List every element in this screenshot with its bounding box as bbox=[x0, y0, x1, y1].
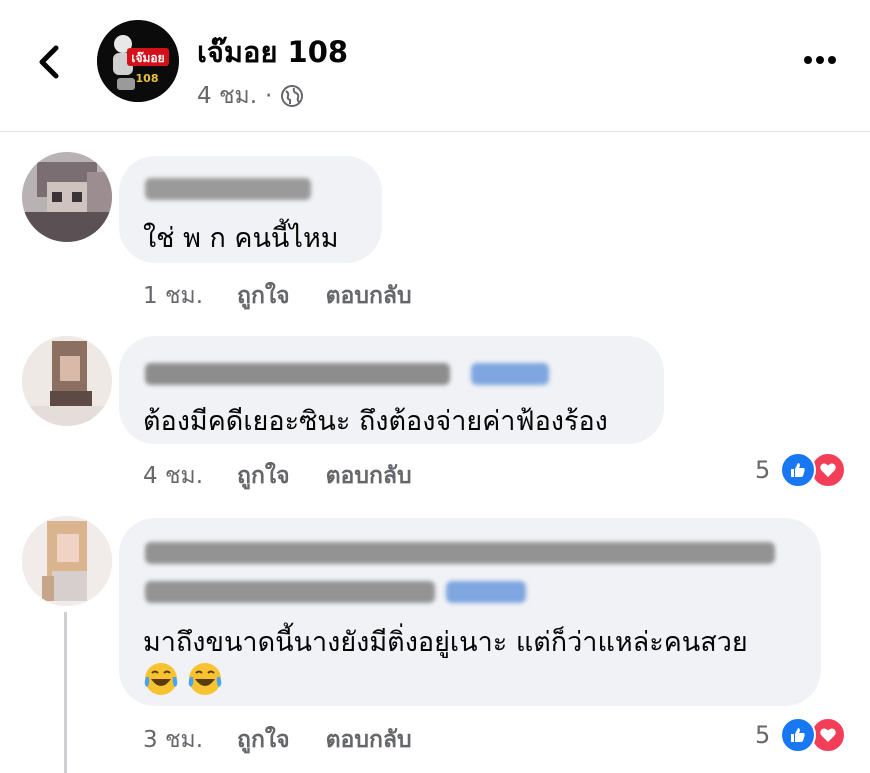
svg-text:108: 108 bbox=[136, 72, 159, 85]
like-reaction-icon bbox=[780, 452, 817, 488]
commenter-name-blurred-line2[interactable] bbox=[145, 581, 435, 603]
author-badge-blurred[interactable] bbox=[446, 581, 526, 603]
reaction-count: 5 bbox=[755, 456, 771, 484]
laughing-emoji-icon bbox=[144, 663, 222, 695]
post-time[interactable]: 4 ชม. bbox=[197, 78, 257, 114]
reaction-count: 5 bbox=[755, 721, 771, 749]
reply-button[interactable]: ตอบกลับ bbox=[326, 458, 412, 494]
comment-time[interactable]: 1 ชม. bbox=[143, 278, 203, 314]
comment-emoji: 😂😂 bbox=[143, 661, 227, 701]
page-avatar[interactable]: เจ๊มอย 108 bbox=[97, 20, 179, 102]
comment-time[interactable]: 3 ชม. bbox=[143, 722, 203, 758]
reaction-summary[interactable]: 5 bbox=[755, 717, 847, 753]
separator-dot: · bbox=[265, 83, 273, 109]
comment-time[interactable]: 4 ชม. bbox=[143, 458, 203, 494]
comment-bubble[interactable]: ใช่ พ ก คนนี้ไหม bbox=[119, 156, 382, 263]
commenter-avatar[interactable] bbox=[22, 152, 112, 242]
commenter-name-blurred[interactable] bbox=[145, 363, 450, 385]
like-button[interactable]: ถูกใจ bbox=[237, 722, 290, 758]
post-header: เจ๊มอย 108 เจ๊มอย 108 4 ชม. · bbox=[0, 0, 870, 132]
comment-text: มาถึงขนาดนี้นางยังมีติ่งอยู่เนาะ แต่ก็ว่… bbox=[143, 627, 748, 658]
commenter-name-blurred[interactable] bbox=[145, 178, 311, 200]
comment-actions: 3 ชม. ถูกใจ ตอบกลับ bbox=[143, 722, 412, 758]
reaction-summary[interactable]: 5 bbox=[755, 452, 847, 488]
commenter-name-blurred[interactable] bbox=[145, 542, 775, 564]
more-options-button[interactable] bbox=[800, 48, 840, 72]
comment-text: ต้องมีคดีเยอะซินะ ถึงต้องจ่ายค่าฟ้องร้อง bbox=[143, 406, 608, 437]
like-button[interactable]: ถูกใจ bbox=[237, 458, 290, 494]
svg-text:เจ๊มอย: เจ๊มอย bbox=[131, 51, 164, 65]
comment-bubble[interactable]: ต้องมีคดีเยอะซินะ ถึงต้องจ่ายค่าฟ้องร้อง bbox=[119, 336, 664, 444]
reply-button[interactable]: ตอบกลับ bbox=[326, 722, 412, 758]
post-meta: 4 ชม. · bbox=[197, 78, 304, 114]
page-logo: เจ๊มอย 108 bbox=[97, 20, 179, 102]
page-name[interactable]: เจ๊มอย 108 bbox=[197, 29, 348, 75]
author-badge-blurred[interactable] bbox=[471, 363, 549, 385]
like-button[interactable]: ถูกใจ bbox=[237, 278, 290, 314]
reply-button[interactable]: ตอบกลับ bbox=[326, 278, 412, 314]
comment-text: ใช่ พ ก คนนี้ไหม bbox=[143, 223, 339, 254]
chevron-left-icon bbox=[39, 45, 59, 79]
back-button[interactable] bbox=[30, 40, 70, 84]
commenter-avatar[interactable] bbox=[22, 336, 112, 426]
comment-actions: 4 ชม. ถูกใจ ตอบกลับ bbox=[143, 458, 412, 494]
more-dots-icon bbox=[804, 56, 836, 64]
like-reaction-icon bbox=[780, 717, 817, 753]
globe-icon bbox=[281, 85, 304, 107]
comment-actions: 1 ชม. ถูกใจ ตอบกลับ bbox=[143, 278, 412, 314]
comment-bubble[interactable]: มาถึงขนาดนี้นางยังมีติ่งอยู่เนาะ แต่ก็ว่… bbox=[119, 518, 821, 706]
thread-line bbox=[64, 612, 67, 773]
commenter-avatar[interactable] bbox=[22, 516, 112, 606]
